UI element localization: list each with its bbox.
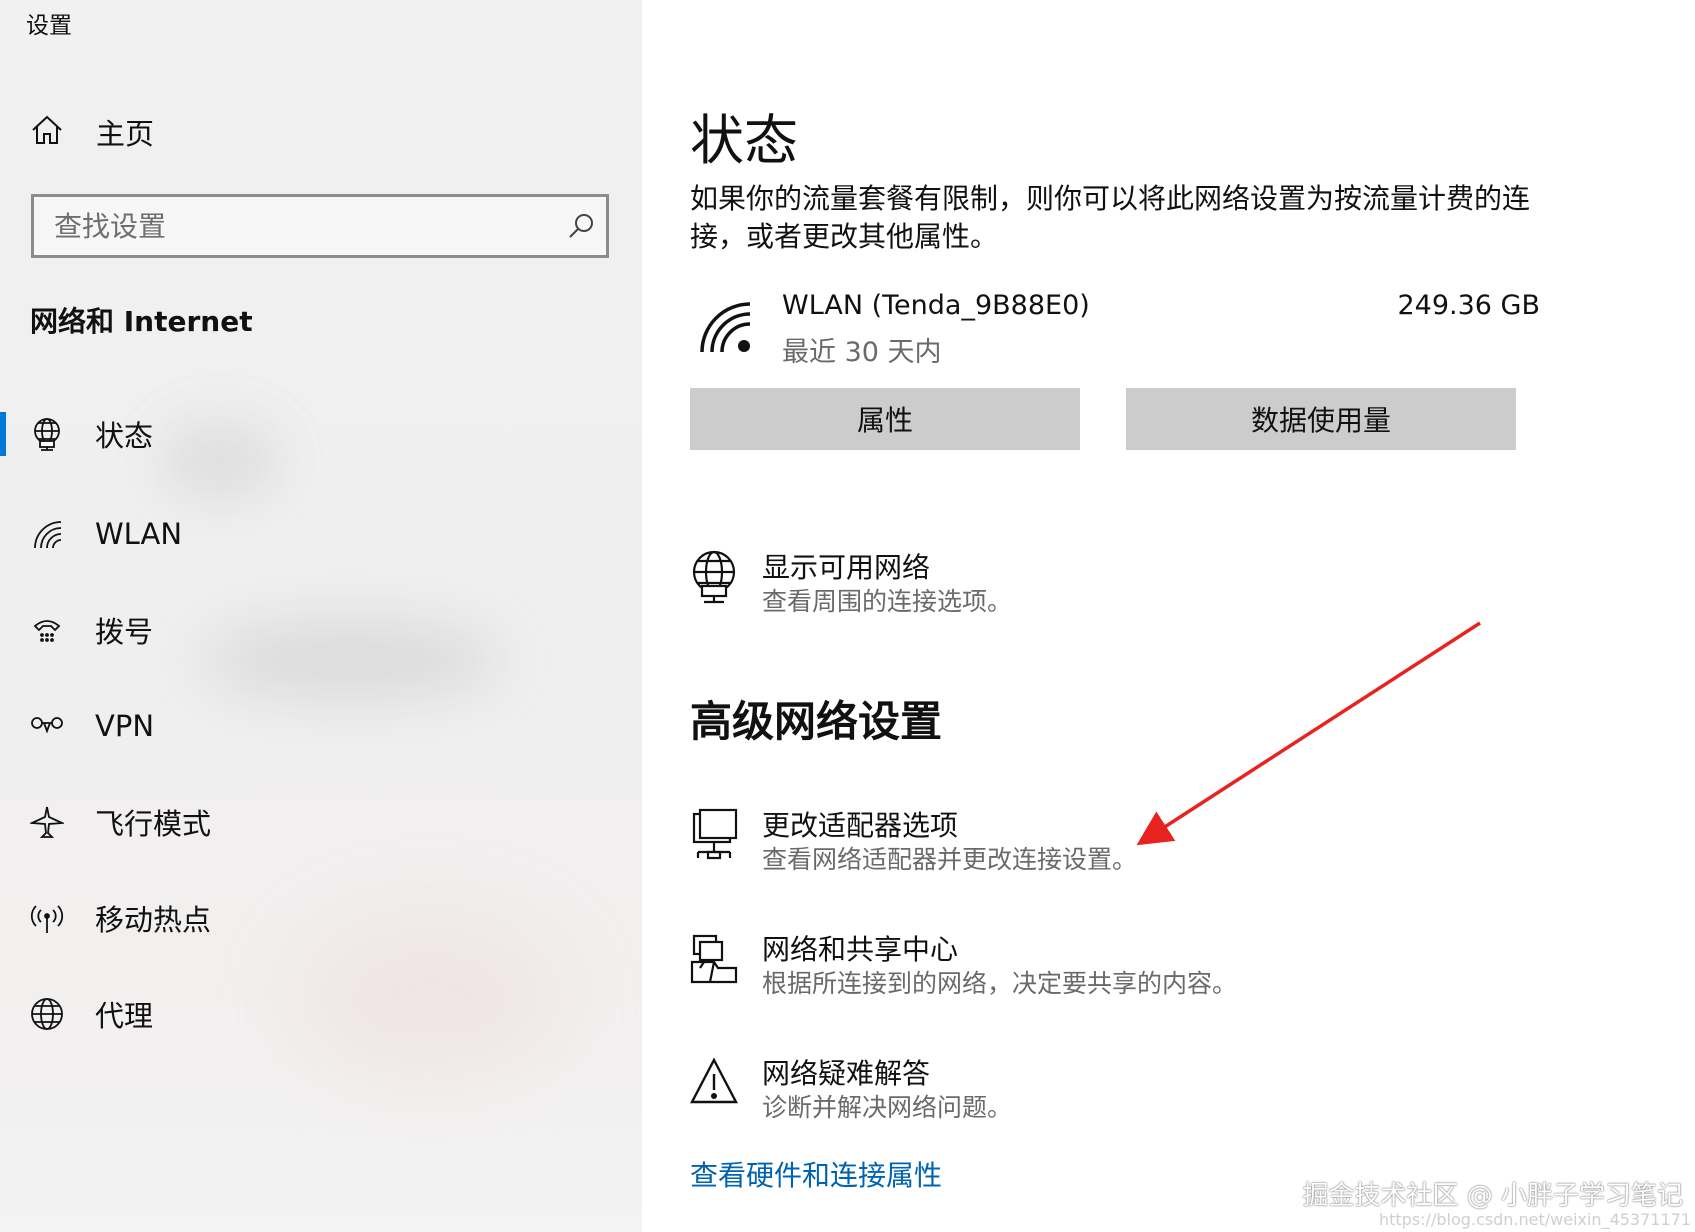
show-networks-subtitle: 查看周围的连接选项。	[762, 587, 1013, 616]
show-networks-title: 显示可用网络	[762, 551, 931, 584]
sharing-center-icon	[690, 932, 740, 986]
network-troubleshooter[interactable]: 网络疑难解答 诊断并解决网络问题。	[690, 1052, 1390, 1132]
main-content: 状态 如果你的流量套餐有限制，则你可以将此网络设置为按流量计费的连接，或者更改其…	[642, 0, 1695, 1232]
sidebar-item-airplane[interactable]: 飞行模式	[0, 792, 642, 852]
adapter-options-subtitle: 查看网络适配器并更改连接设置。	[762, 845, 1138, 874]
globe-icon	[28, 995, 66, 1033]
troubleshooter-title: 网络疑难解答	[762, 1057, 931, 1090]
sidebar-item-status[interactable]: 状态	[0, 404, 642, 464]
connection-name: WLAN (Tenda_9B88E0)	[782, 290, 1090, 321]
home-icon	[30, 113, 64, 151]
properties-button[interactable]: 属性	[690, 388, 1080, 450]
adapter-icon	[690, 808, 740, 862]
show-available-networks[interactable]: 显示可用网络 查看周围的连接选项。	[690, 546, 1390, 626]
search-box[interactable]	[31, 194, 609, 258]
network-sharing-center[interactable]: 网络和共享中心 根据所连接到的网络，决定要共享的内容。	[690, 928, 1390, 1008]
warning-icon	[690, 1056, 740, 1110]
sidebar-item-label: 代理	[95, 999, 154, 1033]
status-globe-icon	[28, 415, 66, 453]
section-title: 网络和 Internet	[30, 305, 253, 338]
sidebar-item-label: VPN	[95, 709, 155, 743]
search-icon[interactable]	[556, 212, 606, 240]
home-label: 主页	[96, 117, 155, 151]
sidebar-item-label: 拨号	[95, 615, 154, 649]
sidebar-item-wlan[interactable]: WLAN	[0, 504, 642, 564]
sidebar: 设置 主页 网络和 Internet 状态	[0, 0, 642, 1232]
home-nav-item[interactable]: 主页	[30, 110, 590, 154]
change-adapter-options[interactable]: 更改适配器选项 查看网络适配器并更改连接设置。	[690, 804, 1390, 884]
sidebar-item-label: 移动热点	[95, 903, 212, 937]
hotspot-icon	[28, 899, 66, 937]
usage-period: 最近 30 天内	[782, 337, 942, 368]
sharing-center-title: 网络和共享中心	[762, 933, 959, 966]
view-hardware-properties-link[interactable]: 查看硬件和连接属性	[690, 1154, 942, 1194]
status-description: 如果你的流量套餐有限制，则你可以将此网络设置为按流量计费的连接，或者更改其他属性…	[690, 182, 1531, 253]
page-title: 状态	[690, 109, 798, 172]
sidebar-item-vpn[interactable]: VPN	[0, 696, 642, 756]
sidebar-item-dialup[interactable]: 拨号	[0, 600, 642, 660]
sidebar-item-hotspot[interactable]: 移动热点	[0, 888, 642, 948]
advanced-settings-heading: 高级网络设置	[690, 697, 943, 746]
sidebar-item-label: WLAN	[95, 517, 183, 551]
app-title: 设置	[26, 13, 72, 39]
adapter-options-title: 更改适配器选项	[762, 809, 959, 842]
data-usage-button[interactable]: 数据使用量	[1126, 388, 1516, 450]
dialup-icon	[28, 611, 66, 649]
sidebar-item-label: 状态	[95, 419, 154, 453]
sharing-center-subtitle: 根据所连接到的网络，决定要共享的内容。	[762, 969, 1238, 998]
network-globe-icon	[690, 550, 740, 604]
troubleshooter-subtitle: 诊断并解决网络问题。	[762, 1093, 1013, 1122]
watermark-url: https://blog.csdn.net/weixin_45371171	[1378, 1210, 1691, 1229]
sidebar-item-label: 飞行模式	[95, 807, 212, 841]
sidebar-item-proxy[interactable]: 代理	[0, 984, 642, 1044]
wifi-signal-icon	[698, 300, 754, 360]
vpn-icon	[28, 707, 66, 745]
search-input[interactable]	[34, 209, 556, 243]
wifi-icon	[28, 515, 66, 553]
watermark-text: 掘金技术社区 @ 小胖子学习笔记	[1302, 1181, 1683, 1211]
data-usage-value: 249.36 GB	[1397, 290, 1540, 321]
airplane-icon	[28, 803, 66, 841]
